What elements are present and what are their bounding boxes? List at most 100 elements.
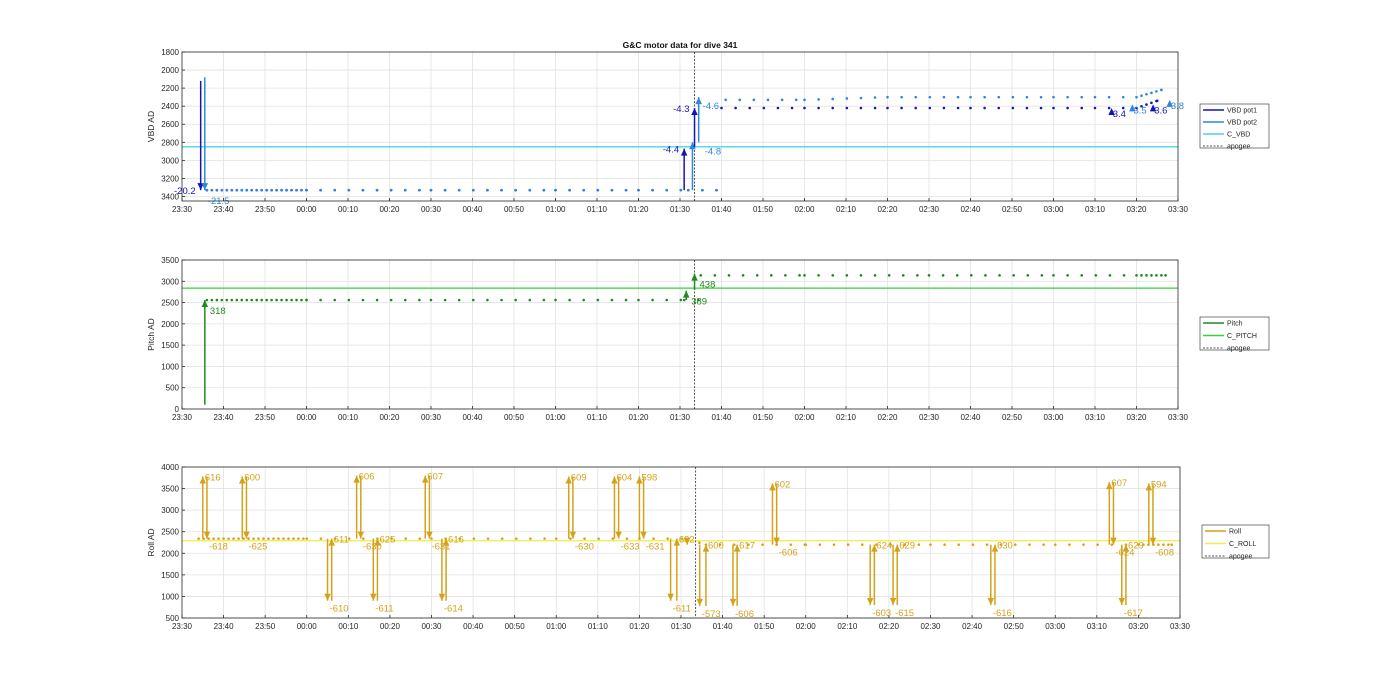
data-point (927, 274, 931, 277)
data-point (1096, 543, 1099, 546)
data-point (260, 188, 263, 192)
x-tick-label: 23:50 (255, 622, 276, 631)
data-point (1094, 274, 1098, 277)
data-point (1093, 95, 1097, 99)
data-point (582, 188, 586, 192)
data-point (928, 95, 932, 99)
data-point (582, 298, 586, 302)
data-point (817, 106, 820, 110)
data-point (1155, 90, 1158, 93)
data-point (803, 274, 806, 277)
legend-entry: apogee (1227, 346, 1250, 353)
x-tick-label: 02:40 (960, 205, 981, 214)
x-tick-label: 02:10 (836, 413, 857, 422)
data-point (798, 274, 801, 277)
data-point (217, 537, 220, 540)
data-point (500, 537, 504, 540)
data-point (597, 537, 600, 540)
data-point (1108, 274, 1112, 277)
data-point (443, 298, 447, 302)
data-point (1014, 543, 1017, 546)
data-point (651, 188, 654, 192)
data-point (232, 537, 235, 540)
x-tick-label: 02:20 (879, 622, 900, 631)
figure-title: G&C motor data for dive 341 (623, 40, 738, 50)
data-point (1160, 274, 1163, 277)
data-point (741, 274, 745, 277)
data-point (347, 188, 351, 192)
x-tick-label: 00:00 (297, 622, 318, 631)
data-point (776, 106, 780, 110)
move-label: 318 (210, 306, 226, 317)
data-point (429, 298, 433, 302)
data-point (682, 298, 686, 302)
data-point (1026, 274, 1030, 277)
data-point (528, 188, 532, 192)
legend-entry: apogee (1229, 554, 1252, 561)
legend-entry: Pitch (1227, 321, 1243, 328)
data-point (250, 298, 254, 302)
data-point (237, 537, 240, 540)
data-point (914, 95, 918, 99)
data-point (275, 188, 278, 192)
data-point (666, 537, 669, 540)
move-label: -610 (330, 604, 349, 615)
x-tick-label: 00:30 (421, 413, 442, 422)
y-tick-label: 500 (166, 384, 180, 393)
data-point (295, 188, 298, 192)
data-point (887, 274, 891, 277)
data-point (270, 188, 273, 192)
data-point (569, 537, 572, 540)
x-tick-label: 01:00 (545, 205, 566, 214)
x-tick-label: 01:40 (713, 622, 734, 631)
x-tick-label: 01:30 (670, 205, 691, 214)
data-point (817, 98, 820, 101)
data-point (297, 537, 300, 540)
move-label: -630 (575, 542, 594, 553)
data-point (873, 106, 877, 110)
move-label: -608 (1155, 548, 1174, 559)
x-tick-label: 00:30 (421, 205, 442, 214)
data-point (1040, 274, 1044, 277)
data-point (1135, 95, 1138, 99)
data-point (651, 298, 654, 302)
y-tick-label: 3200 (161, 174, 179, 183)
data-point (955, 274, 959, 277)
data-point (941, 274, 945, 277)
data-point (252, 537, 255, 540)
x-tick-label: 00:30 (421, 622, 442, 631)
legend-entry: VBD pot2 (1227, 120, 1257, 127)
y-tick-label: 3000 (161, 506, 179, 515)
data-point (240, 298, 244, 302)
data-point (429, 188, 433, 192)
x-tick-label: 02:50 (1002, 413, 1023, 422)
data-point (230, 298, 234, 302)
data-point (529, 537, 532, 540)
data-point (347, 298, 351, 302)
data-point (886, 106, 889, 110)
y-tick-label: 2000 (161, 320, 179, 329)
y-tick-label: 1800 (161, 48, 179, 57)
x-tick-label: 01:10 (587, 413, 608, 422)
y-tick-label: 2500 (161, 299, 179, 308)
data-point (625, 537, 629, 540)
move-label: -611 (673, 604, 691, 615)
data-point (818, 543, 822, 546)
data-point (1150, 101, 1153, 105)
data-point (1080, 274, 1084, 277)
x-tick-label: 23:30 (172, 205, 193, 214)
x-tick-label: 03:00 (1043, 205, 1064, 214)
data-point (225, 188, 229, 192)
data-point (361, 188, 365, 192)
x-tick-label: 02:00 (794, 413, 815, 422)
data-point (957, 543, 961, 546)
data-point (245, 188, 249, 192)
data-point (250, 188, 254, 192)
data-point (207, 537, 210, 540)
x-tick-label: 00:50 (504, 413, 525, 422)
x-tick-label: 01:40 (711, 413, 732, 422)
data-point (457, 298, 461, 302)
data-point (568, 188, 571, 192)
data-point (486, 537, 490, 540)
data-point (1162, 543, 1165, 546)
